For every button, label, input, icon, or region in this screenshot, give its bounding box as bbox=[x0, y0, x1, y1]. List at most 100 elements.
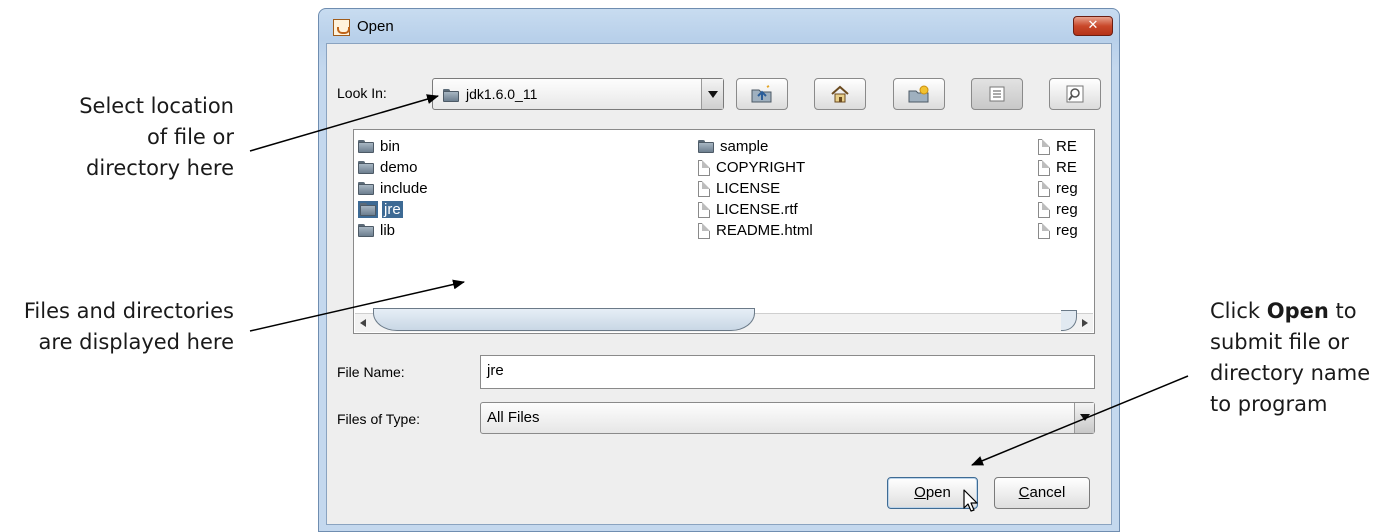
callout-click-open: Click Open to submit file or directory n… bbox=[1210, 296, 1370, 420]
callout-line: Select location bbox=[79, 94, 234, 118]
list-item[interactable]: LICENSE bbox=[698, 178, 813, 199]
list-item-label: reg bbox=[1056, 222, 1078, 239]
up-one-level-button[interactable] bbox=[736, 78, 788, 110]
list-item-label: bin bbox=[380, 138, 401, 155]
file-list[interactable]: bin demo include jre lib sample COPYRIGH… bbox=[353, 129, 1095, 334]
folder-icon bbox=[358, 182, 374, 195]
file-icon bbox=[1038, 159, 1050, 176]
callout-line: of file or bbox=[146, 125, 234, 149]
new-folder-button[interactable] bbox=[893, 78, 945, 110]
callout-select-location: Select location of file or directory her… bbox=[79, 91, 234, 184]
scrollbar-thumb-end bbox=[1061, 310, 1077, 331]
list-item-label: sample bbox=[720, 138, 769, 155]
list-item-selected[interactable]: jre bbox=[358, 199, 428, 220]
close-button[interactable]: ✕ bbox=[1073, 16, 1113, 36]
mouse-cursor-icon bbox=[963, 489, 978, 512]
look-in-value: jdk1.6.0_11 bbox=[466, 86, 538, 102]
folder-up-icon bbox=[751, 85, 772, 103]
file-icon bbox=[698, 159, 710, 176]
file-name-label: File Name: bbox=[337, 364, 405, 380]
home-icon bbox=[831, 85, 849, 103]
scroll-left-icon[interactable] bbox=[355, 314, 372, 331]
list-item-label: reg bbox=[1056, 180, 1078, 197]
file-icon bbox=[698, 222, 710, 239]
list-item[interactable]: bin bbox=[358, 136, 428, 157]
list-item[interactable]: include bbox=[358, 178, 428, 199]
title-bar[interactable]: Open ✕ bbox=[319, 9, 1119, 43]
list-item-label: README.html bbox=[716, 222, 813, 239]
file-icon bbox=[1038, 222, 1050, 239]
file-list-column-1: bin demo include jre lib bbox=[358, 136, 428, 241]
list-item[interactable]: RE bbox=[1038, 136, 1078, 157]
open-label: pen bbox=[925, 484, 951, 501]
folder-icon bbox=[698, 140, 714, 153]
new-folder-icon bbox=[908, 85, 929, 103]
callout-line: Files and directories bbox=[23, 299, 234, 323]
details-icon bbox=[1066, 85, 1084, 103]
list-item[interactable]: RE bbox=[1038, 157, 1078, 178]
list-item-label: LICENSE.rtf bbox=[716, 201, 798, 218]
home-button[interactable] bbox=[814, 78, 866, 110]
callout-line: to program bbox=[1210, 392, 1328, 416]
folder-icon bbox=[358, 201, 378, 218]
list-item-label: lib bbox=[380, 222, 396, 239]
horizontal-scrollbar[interactable] bbox=[355, 308, 1093, 332]
list-item[interactable]: LICENSE.rtf bbox=[698, 199, 813, 220]
callout-text: Click bbox=[1210, 299, 1267, 323]
file-list-column-3: RE RE reg reg reg bbox=[1038, 136, 1078, 241]
window-title: Open bbox=[357, 18, 394, 35]
list-item[interactable]: demo bbox=[358, 157, 428, 178]
dialog-content: Look In: jdk1.6.0_11 bin demo include jr… bbox=[326, 43, 1112, 525]
chevron-down-icon[interactable] bbox=[1074, 403, 1094, 433]
files-of-type-label: Files of Type: bbox=[337, 411, 421, 427]
look-in-combo[interactable]: jdk1.6.0_11 bbox=[432, 78, 724, 110]
file-name-field[interactable]: jre bbox=[480, 355, 1095, 389]
scroll-right-icon[interactable] bbox=[1076, 314, 1093, 331]
cancel-mnemonic: C bbox=[1018, 484, 1030, 501]
callout-files-displayed: Files and directories are displayed here bbox=[24, 296, 234, 358]
file-icon bbox=[1038, 180, 1050, 197]
open-dialog: Open ✕ Look In: jdk1.6.0_11 bin demo inc… bbox=[318, 8, 1120, 532]
file-icon bbox=[1038, 138, 1050, 155]
list-item-label: LICENSE bbox=[716, 180, 781, 197]
list-item[interactable]: reg bbox=[1038, 199, 1078, 220]
folder-icon bbox=[358, 140, 374, 153]
callout-line: submit file or bbox=[1210, 330, 1349, 354]
list-item[interactable]: README.html bbox=[698, 220, 813, 241]
cancel-button[interactable]: Cancel bbox=[994, 477, 1090, 509]
files-of-type-value: All Files bbox=[487, 409, 540, 426]
file-icon bbox=[1038, 201, 1050, 218]
list-item[interactable]: sample bbox=[698, 136, 813, 157]
callout-bold-text: Open bbox=[1266, 299, 1329, 323]
look-in-label: Look In: bbox=[337, 85, 387, 101]
scrollbar-thumb[interactable] bbox=[373, 308, 755, 331]
chevron-down-icon[interactable] bbox=[701, 79, 723, 109]
files-of-type-combo[interactable]: All Files bbox=[480, 402, 1095, 434]
callout-line: are displayed here bbox=[38, 330, 234, 354]
callout-text: to bbox=[1328, 299, 1357, 323]
callout-line: Click Open to bbox=[1210, 296, 1370, 327]
open-mnemonic: O bbox=[914, 484, 926, 501]
folder-icon bbox=[443, 87, 459, 106]
folder-icon bbox=[358, 224, 374, 237]
list-icon bbox=[989, 86, 1005, 102]
list-item-label: RE bbox=[1056, 159, 1077, 176]
list-item[interactable]: reg bbox=[1038, 220, 1078, 241]
file-icon bbox=[698, 201, 710, 218]
java-cup-icon bbox=[333, 19, 350, 36]
cancel-label: ancel bbox=[1029, 484, 1066, 501]
list-item-label: COPYRIGHT bbox=[716, 159, 806, 176]
details-view-button[interactable] bbox=[1049, 78, 1101, 110]
list-item-label: RE bbox=[1056, 138, 1077, 155]
folder-icon bbox=[358, 161, 374, 174]
list-item-label: reg bbox=[1056, 201, 1078, 218]
file-icon bbox=[698, 180, 710, 197]
list-item[interactable]: COPYRIGHT bbox=[698, 157, 813, 178]
list-item-label: jre bbox=[382, 201, 403, 218]
list-item[interactable]: lib bbox=[358, 220, 428, 241]
list-item[interactable]: reg bbox=[1038, 178, 1078, 199]
list-item-label: demo bbox=[380, 159, 418, 176]
list-view-button[interactable] bbox=[971, 78, 1023, 110]
list-item-label: include bbox=[380, 180, 428, 197]
callout-line: directory name bbox=[1210, 361, 1371, 385]
